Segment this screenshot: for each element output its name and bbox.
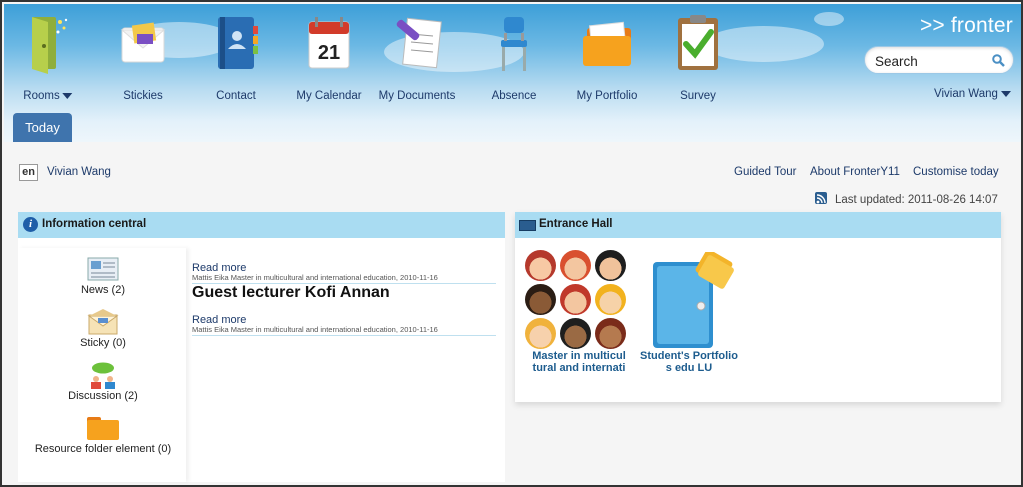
rss-icon[interactable] <box>815 192 827 204</box>
face-icon <box>595 318 626 349</box>
student-portfolio-label-line1: Student's Portfolio <box>640 350 738 362</box>
room-master-icon[interactable] <box>525 250 630 350</box>
chair-icon <box>484 12 544 74</box>
face-icon <box>560 250 591 281</box>
nav-absence[interactable]: Absence <box>482 12 546 108</box>
student-portfolio-label-line2: s edu LU <box>665 362 713 374</box>
discussion-icon <box>87 362 119 389</box>
entrance-hall-panel: Entrance Hall Master in multicul tural a… <box>515 212 1001 402</box>
user-profile-link[interactable]: Vivian Wang <box>47 166 111 178</box>
fronter-logo: >> fronter <box>919 14 1013 37</box>
resource-folder-label: Resource folder element (0) <box>34 443 172 455</box>
nav-portfolio-label: My Portfolio <box>576 90 638 102</box>
news-headline[interactable]: Guest lecturer Kofi Annan <box>192 284 390 302</box>
entrance-hall-header: Entrance Hall <box>515 212 1001 238</box>
information-central-panel: i Information central News (2) Sticky (0… <box>18 212 505 482</box>
nav-calendar[interactable]: 21 My Calendar <box>296 12 362 108</box>
student-portfolio-door-icon[interactable] <box>651 249 737 348</box>
nav-portfolio[interactable]: My Portfolio <box>574 12 640 108</box>
search-icon[interactable] <box>992 54 1005 67</box>
nav-documents-label: My Documents <box>378 90 456 102</box>
information-central-title: Information central <box>42 218 147 230</box>
news-label: News (2) <box>80 284 125 296</box>
survey-clipboard-icon <box>668 12 728 74</box>
nav-documents[interactable]: My Documents <box>379 12 455 108</box>
nav-survey[interactable]: Survey <box>666 12 730 108</box>
nav-rooms-label: Rooms <box>23 90 60 102</box>
chevron-down-icon <box>1000 90 1011 97</box>
documents-pen-icon <box>387 12 447 74</box>
room-master-label[interactable]: Master in multicul tural and internati <box>523 350 635 374</box>
search-box[interactable] <box>864 46 1014 74</box>
nav-survey-label: Survey <box>680 90 716 102</box>
last-updated-text: Last updated: 2011-08-26 14:07 <box>835 194 998 206</box>
entrance-hall-title: Entrance Hall <box>539 218 613 230</box>
nav-contact-label: Contact <box>216 90 256 102</box>
guided-tour-link[interactable]: Guided Tour <box>734 166 796 178</box>
face-icon <box>525 250 556 281</box>
face-icon <box>560 284 591 315</box>
news-meta: Mattis Eika Master in multicultural and … <box>192 325 496 336</box>
face-icon <box>595 284 626 315</box>
chevron-down-icon <box>62 92 73 99</box>
face-icon <box>595 250 626 281</box>
stickies-envelope-icon <box>113 12 173 74</box>
sticky-link[interactable]: Sticky (0) <box>18 309 188 349</box>
student-portfolio-label[interactable]: Student's Portfolio s edu LU <box>635 350 743 374</box>
hall-icon <box>519 220 536 231</box>
language-selector[interactable]: en <box>19 164 38 181</box>
search-input[interactable] <box>875 52 987 70</box>
discussion-label: Discussion (2) <box>68 390 138 402</box>
folder-icon <box>86 415 120 441</box>
contact-book-icon <box>206 12 266 74</box>
sticky-envelope-icon <box>87 309 119 335</box>
news-link[interactable]: News (2) <box>18 256 188 296</box>
window-frame: Rooms Stickies Contact 21 My Calendar My… <box>0 0 1023 487</box>
news-meta: Mattis Eika Master in multicultural and … <box>192 273 496 284</box>
nav-stickies-label: Stickies <box>123 90 163 102</box>
room-master-label-line2: tural and internati <box>532 362 626 374</box>
nav-rooms[interactable]: Rooms <box>18 12 82 108</box>
nav-stickies[interactable]: Stickies <box>110 12 176 108</box>
face-icon <box>560 318 591 349</box>
face-icon <box>525 284 556 315</box>
tab-today[interactable]: Today <box>13 113 72 142</box>
nav-calendar-label: My Calendar <box>296 90 362 102</box>
user-name: Vivian Wang <box>934 88 998 100</box>
about-link[interactable]: About FronterY11 <box>810 166 900 178</box>
cloud-decoration <box>814 12 844 26</box>
nav-absence-label: Absence <box>491 90 537 102</box>
user-menu[interactable]: Vivian Wang <box>934 88 1011 100</box>
calendar-icon: 21 <box>299 12 359 74</box>
room-master-label-line1: Master in multicul <box>532 350 626 362</box>
customise-today-link[interactable]: Customise today <box>913 166 999 178</box>
resource-folder-link[interactable]: Resource folder element (0) <box>18 415 188 455</box>
calendar-day: 21 <box>318 42 340 64</box>
information-central-header: i Information central <box>18 212 505 238</box>
sticky-label: Sticky (0) <box>80 337 126 349</box>
rooms-door-icon <box>20 12 80 74</box>
face-icon <box>525 318 556 349</box>
portfolio-folder-icon <box>577 12 637 74</box>
discussion-link[interactable]: Discussion (2) <box>18 362 188 402</box>
top-navigation-bar: Rooms Stickies Contact 21 My Calendar My… <box>4 4 1021 142</box>
news-icon <box>87 256 119 282</box>
info-icon: i <box>23 217 38 232</box>
nav-contact[interactable]: Contact <box>204 12 268 108</box>
